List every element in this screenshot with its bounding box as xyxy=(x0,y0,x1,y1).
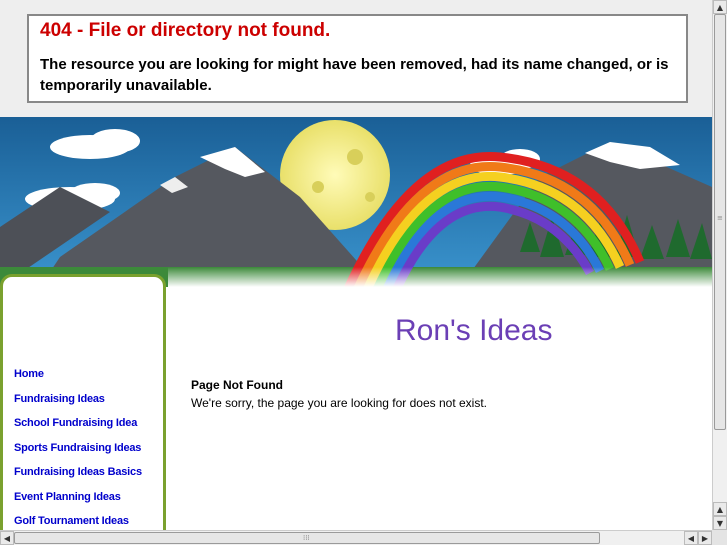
nav-item-fundraising-ideas-basics[interactable]: Fundraising Ideas Basics xyxy=(14,466,142,491)
content-heading: Page Not Found xyxy=(191,378,283,392)
scroll-left-icon[interactable]: ◀ xyxy=(684,531,698,545)
nav-item-school-fundraising-idea[interactable]: School Fundraising Idea xyxy=(14,417,142,442)
sidebar-nav: Home Fundraising Ideas School Fundraisin… xyxy=(14,368,142,530)
scrollbar-corner xyxy=(712,530,727,545)
browser-viewport: 404 - File or directory not found. The r… xyxy=(0,0,712,530)
grip-icon: ⁞⁞⁞ xyxy=(303,534,310,542)
grip-icon: ≡ xyxy=(717,214,723,222)
scroll-down-icon[interactable]: ▼ xyxy=(713,516,727,530)
horizontal-scroll-thumb[interactable]: ⁞⁞⁞ xyxy=(14,532,600,544)
header-banner-image xyxy=(0,117,712,287)
error-title: 404 - File or directory not found. xyxy=(40,20,331,41)
nav-item-home[interactable]: Home xyxy=(14,368,142,393)
banner-fade xyxy=(168,267,712,287)
horizontal-scrollbar[interactable]: ◀ ⁞⁞⁞ ◀ ▶ xyxy=(0,530,712,545)
error-message: The resource you are looking for might h… xyxy=(40,56,669,94)
error-area: 404 - File or directory not found. The r… xyxy=(0,0,712,117)
nav-item-sports-fundraising-ideas[interactable]: Sports Fundraising Ideas xyxy=(14,442,142,467)
error-box: 404 - File or directory not found. The r… xyxy=(27,14,688,103)
vertical-scrollbar[interactable]: ▲ ≡ ▲ ▼ xyxy=(712,0,727,530)
scroll-up-icon[interactable]: ▲ xyxy=(713,0,727,14)
scroll-up-icon[interactable]: ▲ xyxy=(713,502,727,516)
nav-item-event-planning-ideas[interactable]: Event Planning Ideas xyxy=(14,491,142,516)
content-text: We're sorry, the page you are looking fo… xyxy=(191,396,488,410)
nav-item-golf-tournament-ideas[interactable]: Golf Tournament Ideas xyxy=(14,515,142,530)
scroll-left-icon[interactable]: ◀ xyxy=(0,531,14,545)
vertical-scroll-thumb[interactable]: ≡ xyxy=(714,14,726,430)
scroll-right-icon[interactable]: ▶ xyxy=(698,531,712,545)
nav-item-fundraising-ideas[interactable]: Fundraising Ideas xyxy=(14,393,142,418)
site-title: Ron's Ideas xyxy=(395,314,553,347)
